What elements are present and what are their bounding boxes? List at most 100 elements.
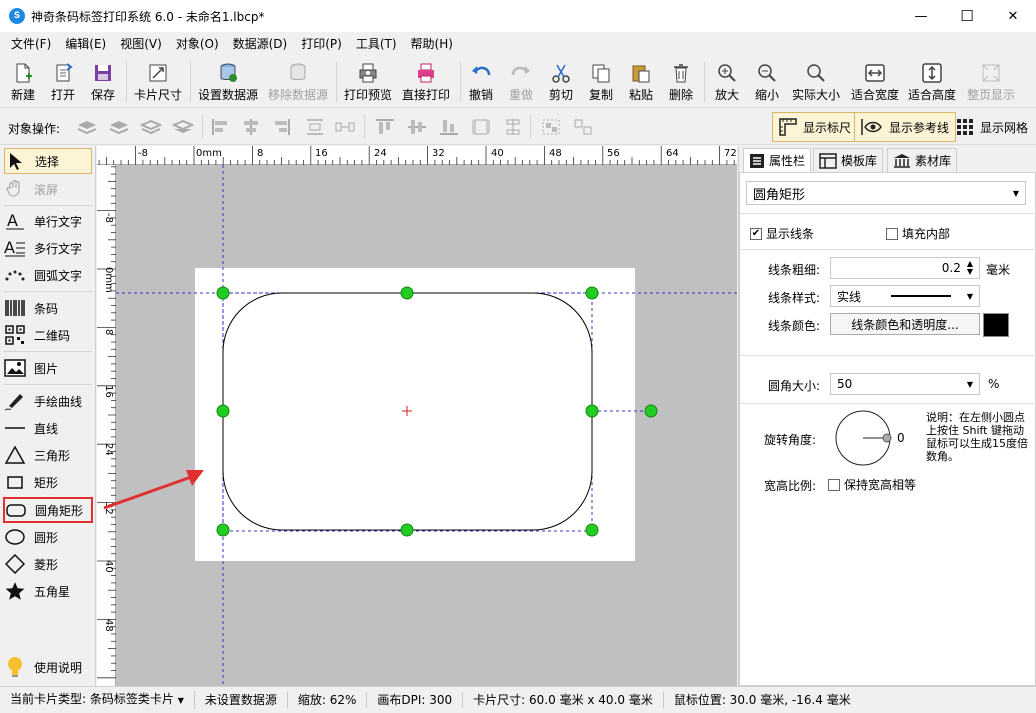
show-ruler-toggle[interactable]: 显示标尺 [772,112,859,142]
minimize-button[interactable]: — [898,0,944,32]
new-button[interactable]: 新建 [4,58,42,106]
redo-button[interactable]: 重做 [504,58,538,106]
tool-multi-text[interactable]: A 多行文字 [4,235,92,261]
fit-height-button[interactable]: 适合高度 [904,58,960,106]
maximize-button[interactable]: ☐ [944,0,990,32]
line-style-select[interactable]: 实线 ▼ [830,285,980,307]
show-grid-toggle[interactable]: 显示网格 [950,112,1034,142]
undo-button[interactable]: 撤销 [464,58,498,106]
tool-image[interactable]: 图片 [4,355,92,381]
show-guides-toggle[interactable]: 显示参考线 [854,112,957,142]
cut-button[interactable]: 剪切 [544,58,578,106]
show-line-label: 显示线条 [766,227,815,241]
resize-handle-bottom[interactable] [400,523,414,537]
fill-inside-checkbox[interactable]: 填充内部 [886,225,950,242]
remove-datasource-button[interactable]: 移除数据源 [264,58,332,106]
tool-qrcode[interactable]: 二维码 [4,322,92,348]
align-center-icon[interactable] [240,117,262,137]
distribute-horizontal-icon[interactable] [334,117,356,137]
tool-star[interactable]: 五角星 [4,578,92,604]
resize-handle-top[interactable] [400,286,414,300]
paste-button[interactable]: 粘贴 [624,58,658,106]
zoom-in-button[interactable]: 放大 [710,58,744,106]
tool-diamond-label: 菱形 [34,557,59,572]
line-width-spinner[interactable]: 0.2 ▲ ▼ [830,257,980,279]
fit-page-button[interactable]: 整页显示 [962,58,1020,106]
line-color-swatch[interactable] [983,313,1009,337]
menu-file[interactable]: 文件(F) [4,32,58,56]
tool-rectangle[interactable]: 矩形 [4,469,92,495]
menu-tools[interactable]: 工具(T) [349,32,404,56]
resize-handle-bottom-right[interactable] [585,523,599,537]
rotation-handle[interactable] [644,404,658,418]
chevron-down-icon: ▼ [966,291,973,301]
layer-bottom-icon[interactable] [172,117,194,137]
resize-handle-right[interactable] [585,404,599,418]
menu-edit[interactable]: 编辑(E) [58,32,113,56]
resize-handle-left[interactable] [216,404,230,418]
copy-button[interactable]: 复制 [584,58,618,106]
save-button[interactable]: 保存 [84,58,122,106]
actual-size-button[interactable]: 实际大小 [788,58,844,106]
label-card[interactable] [195,268,635,561]
keep-ratio-checkbox[interactable]: 保持宽高相等 [828,476,916,493]
design-canvas[interactable] [116,165,737,686]
same-height-icon[interactable] [502,117,524,137]
corner-size-select[interactable]: 50 ▼ [830,373,980,395]
tool-freehand[interactable]: 手绘曲线 [4,388,92,414]
tool-arc-text[interactable]: 圆弧文字 [4,262,92,288]
menu-print[interactable]: 打印(P) [294,32,349,56]
close-button[interactable]: ✕ [990,0,1036,32]
tab-properties[interactable]: 属性栏 [743,148,812,172]
tool-rounded-rect[interactable]: 圆角矩形 [3,497,93,523]
layer-down-icon[interactable] [140,117,162,137]
menu-view[interactable]: 视图(V) [113,32,169,56]
same-width-icon[interactable] [470,117,492,137]
tool-diamond[interactable]: 菱形 [4,551,92,577]
zoom-out-button[interactable]: 缩小 [750,58,784,106]
layer-up-icon[interactable] [108,117,130,137]
align-top-icon[interactable] [374,117,396,137]
tool-single-text[interactable]: A 单行文字 [4,208,92,234]
tool-triangle[interactable]: 三角形 [4,442,92,468]
tab-materials[interactable]: 素材库 [887,148,958,172]
resize-handle-top-left[interactable] [216,286,230,300]
vertical-ruler[interactable]: -8 0mm 8 16 24 32 40 48 [97,165,116,686]
menu-help[interactable]: 帮助(H) [404,32,460,56]
align-middle-icon[interactable] [406,117,428,137]
tool-circle[interactable]: 圆形 [4,524,92,550]
horizontal-ruler[interactable]: -8 0mm 8 16 24 32 40 48 56 64 72 [97,146,737,165]
tab-templates[interactable]: 模板库 [813,148,884,172]
tool-line[interactable]: 直线 [4,415,92,441]
rotation-dial[interactable] [834,409,892,467]
tool-select[interactable]: 选择 [4,148,92,174]
card-size-button[interactable]: 卡片尺寸 [130,58,186,106]
object-operations-bar: 对象操作: 显示标尺 显示参考线 显示网格 [0,109,1036,145]
line-color-label: 线条颜色: [768,319,821,333]
resize-handle-top-right[interactable] [585,286,599,300]
print-preview-button[interactable]: 打印预览 [340,58,396,106]
object-type-select[interactable]: 圆角矩形 ▼ [746,181,1026,205]
distribute-vertical-icon[interactable] [304,117,326,137]
show-line-checkbox[interactable]: ✔ 显示线条 [750,225,814,242]
fit-width-button[interactable]: 适合宽度 [848,58,902,106]
tool-scroll[interactable]: 滚屏 [4,176,92,202]
align-bottom-icon[interactable] [438,117,460,137]
delete-label: 删除 [668,88,693,102]
menu-object[interactable]: 对象(O) [169,32,226,56]
align-right-icon[interactable] [270,117,292,137]
menu-datasource[interactable]: 数据源(D) [226,32,295,56]
align-left-icon[interactable] [210,117,232,137]
tool-barcode[interactable]: 条码 [4,295,92,321]
layer-top-icon[interactable] [76,117,98,137]
ungroup-icon[interactable] [572,117,594,137]
line-color-button[interactable]: 线条颜色和透明度... [830,313,980,335]
tool-help[interactable]: 使用说明 [4,654,92,680]
delete-button[interactable]: 删除 [664,58,698,106]
group-icon[interactable] [540,117,562,137]
resize-handle-bottom-left[interactable] [216,523,230,537]
status-card-type[interactable]: 当前卡片类型: 条码标签类卡片 ▼ [0,691,195,709]
open-button[interactable]: 打开 [44,58,82,106]
direct-print-button[interactable]: 直接打印 [398,58,454,106]
set-datasource-button[interactable]: 设置数据源 [194,58,262,106]
